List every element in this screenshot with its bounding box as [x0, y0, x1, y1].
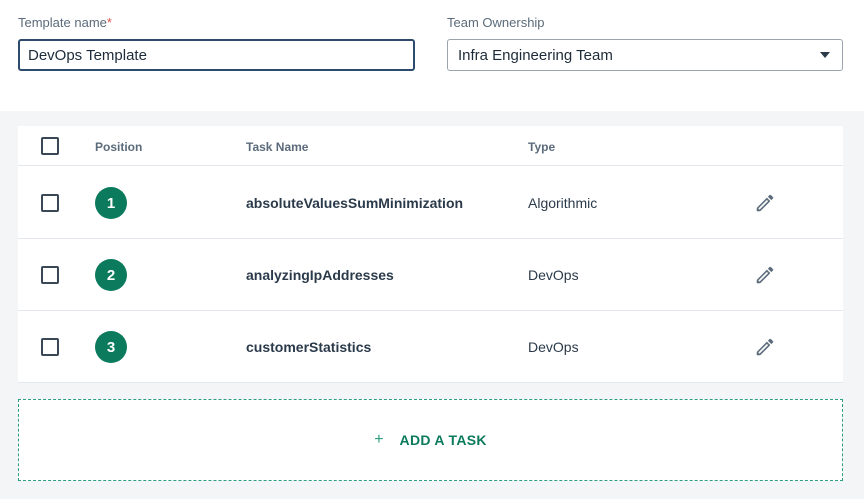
- position-badge: 1: [95, 187, 127, 219]
- tasks-table: Position Task Name Type 1 absoluteValues…: [18, 126, 843, 383]
- header-position: Position: [95, 140, 143, 154]
- edit-task-button[interactable]: [754, 336, 776, 358]
- required-mark: *: [106, 15, 112, 30]
- select-all-checkbox[interactable]: [41, 137, 59, 155]
- team-ownership-select[interactable]: Infra Engineering Team: [447, 39, 843, 71]
- plus-icon: +: [374, 431, 384, 448]
- task-name: absoluteValuesSumMinimization: [246, 195, 464, 211]
- pencil-icon: [756, 194, 774, 212]
- header-task-name: Task Name: [246, 140, 309, 154]
- add-task-button[interactable]: + ADD A TASK: [18, 399, 843, 481]
- position-badge: 3: [95, 331, 127, 363]
- chevron-down-icon: [820, 52, 830, 58]
- pencil-icon: [756, 266, 774, 284]
- table-header: Position Task Name Type: [18, 126, 843, 166]
- team-ownership-label: Team Ownership: [447, 15, 545, 30]
- pencil-icon: [756, 338, 774, 356]
- header-type: Type: [528, 140, 556, 154]
- task-type: Algorithmic: [528, 195, 598, 211]
- task-name: analyzingIpAddresses: [246, 267, 394, 283]
- edit-task-button[interactable]: [754, 264, 776, 286]
- table-row: 1 absoluteValuesSumMinimization Algorith…: [18, 167, 843, 239]
- team-ownership-value: Infra Engineering Team: [458, 46, 613, 64]
- table-row: 3 customerStatistics DevOps: [18, 311, 843, 383]
- position-badge: 2: [95, 259, 127, 291]
- template-settings-panel: Template name* Team Ownership Infra Engi…: [0, 0, 864, 111]
- task-type: DevOps: [528, 267, 579, 283]
- row-checkbox[interactable]: [41, 266, 59, 284]
- table-row: 2 analyzingIpAddresses DevOps: [18, 239, 843, 311]
- task-type: DevOps: [528, 339, 579, 355]
- row-checkbox[interactable]: [41, 338, 59, 356]
- edit-task-button[interactable]: [754, 192, 776, 214]
- task-name: customerStatistics: [246, 339, 372, 355]
- template-name-label: Template name*: [18, 15, 112, 30]
- add-task-label: ADD A TASK: [399, 432, 487, 448]
- template-name-input[interactable]: [18, 39, 415, 71]
- row-checkbox[interactable]: [41, 194, 59, 212]
